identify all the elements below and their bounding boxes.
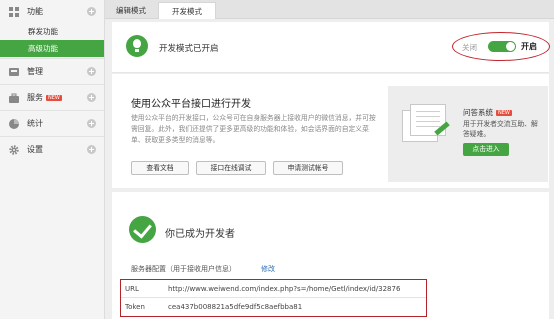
expand-plus-icon[interactable] bbox=[87, 7, 96, 16]
inbox-icon bbox=[9, 67, 19, 76]
config-value: cea437b008821a5dfe9df5c8aefbba81 bbox=[168, 303, 303, 311]
config-key: URL bbox=[125, 285, 139, 293]
qa-enter-button[interactable]: 点击进入 bbox=[463, 143, 509, 156]
sidebar-group-label: 功能 bbox=[27, 7, 43, 16]
divider bbox=[0, 110, 104, 111]
expand-plus-icon[interactable] bbox=[87, 67, 96, 76]
new-badge: NEW bbox=[496, 110, 512, 116]
toggle-off-label[interactable]: 关闭 bbox=[462, 42, 477, 53]
developer-title: 你已成为开发者 bbox=[165, 229, 235, 240]
sidebar-group-label: 管理 bbox=[27, 67, 43, 76]
sidebar-item-mass-send[interactable]: 群发功能 bbox=[0, 23, 104, 40]
toggle-on-label[interactable]: 开启 bbox=[521, 41, 537, 52]
view-docs-button[interactable]: 查看文档 bbox=[131, 161, 189, 175]
briefcase-icon bbox=[9, 93, 19, 103]
sidebar-group-statistics[interactable]: 统计 bbox=[0, 112, 104, 135]
config-value: http://www.weiwend.com/index.php?s=/home… bbox=[168, 285, 401, 293]
server-config-label: 服务器配置（用于接收用户信息） bbox=[131, 265, 236, 273]
sidebar-group-service[interactable]: 服务 NEW bbox=[0, 86, 104, 109]
sidebar: 功能 群发功能 高级功能 管理 服务 NEW 统计 设置 bbox=[0, 0, 105, 319]
edit-config-link[interactable]: 修改 bbox=[261, 264, 275, 274]
check-circle-icon bbox=[129, 216, 156, 243]
qa-system-description: 用于开发者交流互助、解答疑难。 bbox=[463, 120, 538, 138]
expand-plus-icon[interactable] bbox=[87, 119, 96, 128]
sidebar-group-label: 设置 bbox=[27, 145, 43, 154]
sidebar-group-settings[interactable]: 设置 bbox=[0, 138, 104, 161]
dev-mode-status-panel: 开发模式已开启 关闭 开启 bbox=[112, 22, 550, 73]
expand-plus-icon[interactable] bbox=[87, 145, 96, 154]
api-section-description: 使用公众平台的开发接口，公众号可在自身服务器上接收用户的微信消息，并可按需回复。… bbox=[131, 114, 376, 144]
dev-mode-toggle[interactable] bbox=[488, 41, 516, 52]
lightbulb-icon bbox=[126, 35, 148, 57]
tab-dev-mode[interactable]: 开发模式 bbox=[158, 2, 216, 19]
grid-icon bbox=[9, 6, 19, 17]
divider bbox=[0, 58, 104, 59]
qa-system-card: 问答系统 NEW 用于开发者交流互助、解答疑难。 点击进入 bbox=[388, 86, 548, 182]
qa-system-title-text: 问答系统 bbox=[463, 108, 493, 117]
expand-plus-icon[interactable] bbox=[87, 93, 96, 102]
tab-edit-mode[interactable]: 编辑模式 bbox=[105, 2, 157, 19]
sidebar-group-features[interactable]: 功能 bbox=[0, 0, 104, 23]
sidebar-item-advanced[interactable]: 高级功能 bbox=[0, 40, 104, 57]
sidebar-group-manage[interactable]: 管理 bbox=[0, 60, 104, 83]
sidebar-group-label: 统计 bbox=[27, 119, 43, 128]
dev-mode-toggle-group: 关闭 开启 bbox=[452, 32, 550, 61]
apply-test-account-button[interactable]: 申请测试帐号 bbox=[273, 161, 343, 175]
config-key: Token bbox=[125, 303, 145, 311]
dev-mode-status: 开发模式已开启 bbox=[159, 44, 219, 54]
sidebar-group-label: 服务 bbox=[27, 93, 43, 102]
qa-system-title: 问答系统 NEW bbox=[463, 107, 512, 118]
api-section-title: 使用公众平台接口进行开发 bbox=[131, 99, 251, 110]
api-section: 使用公众平台接口进行开发 使用公众平台的开发接口，公众号可在自身服务器上接收用户… bbox=[112, 74, 549, 188]
mode-tabs: 编辑模式 开发模式 bbox=[105, 0, 554, 19]
divider bbox=[0, 136, 104, 137]
pie-chart-icon bbox=[9, 118, 19, 129]
server-config-table: URL http://www.weiwend.com/index.php?s=/… bbox=[120, 279, 427, 317]
divider bbox=[0, 84, 104, 85]
new-badge: NEW bbox=[46, 94, 62, 101]
main-content: 编辑模式 开发模式 开发模式已开启 关闭 开启 使用公众平台接口进行开发 使用公… bbox=[105, 0, 554, 319]
gear-icon bbox=[9, 144, 19, 155]
developer-panel: 你已成为开发者 服务器配置（用于接收用户信息） 修改 URL http://ww… bbox=[112, 192, 549, 319]
config-row-url: URL http://www.weiwend.com/index.php?s=/… bbox=[121, 280, 426, 298]
api-debug-button[interactable]: 接口在线调试 bbox=[196, 161, 266, 175]
config-row-token: Token cea437b008821a5dfe9df5c8aefbba81 bbox=[121, 298, 426, 316]
